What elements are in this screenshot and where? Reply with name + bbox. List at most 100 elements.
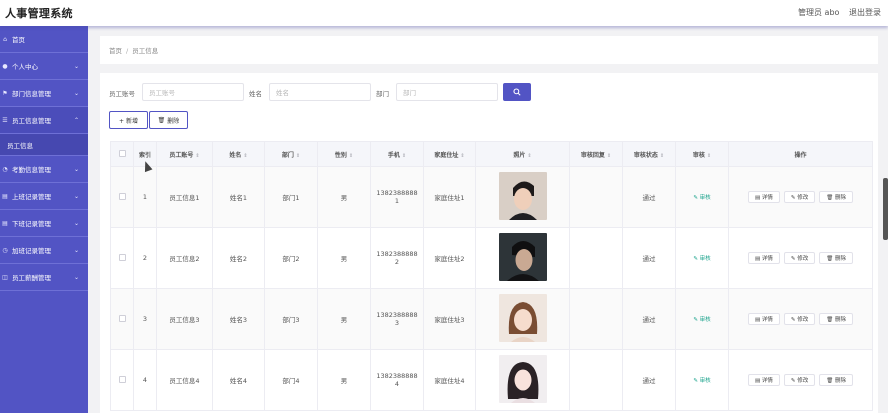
header-name[interactable]: 姓名 ⇕ — [212, 141, 265, 167]
edit-button[interactable]: ✎ 修改 — [783, 313, 816, 325]
cell-dept: 部门2 — [264, 227, 318, 289]
cell-photo — [475, 349, 570, 411]
wallet-icon: ◫ — [2, 273, 8, 281]
row-select-cell[interactable] — [110, 288, 134, 350]
chevron-down-icon: ⌄ — [73, 63, 79, 70]
cell-gender: 男 — [317, 166, 371, 228]
sidebar-item-overtime[interactable]: ◷ 加班记录管理 ⌄ — [0, 237, 88, 264]
add-button[interactable]: + 新增 — [109, 111, 148, 129]
trash-icon: 🗑 — [826, 378, 834, 384]
cell-reply — [569, 349, 623, 411]
detail-button[interactable]: ▤ 详情 — [747, 313, 780, 325]
cell-audit[interactable]: ✎ 审核 — [675, 288, 729, 350]
edit-icon: ✎ — [790, 195, 796, 201]
breadcrumb-card: 首页 / 员工信息 — [100, 36, 878, 64]
row-checkbox[interactable] — [118, 192, 126, 200]
header-address[interactable]: 家庭住址 ⇕ — [423, 141, 476, 167]
sort-icon: ⇕ — [606, 152, 612, 159]
delete-button[interactable]: 🗑 删除 — [819, 191, 854, 203]
employee-photo[interactable] — [498, 294, 547, 342]
detail-button[interactable]: ▤ 详情 — [747, 191, 780, 203]
row-checkbox[interactable] — [118, 314, 126, 322]
bulk-delete-button[interactable]: 🗑 删除 — [149, 111, 188, 129]
breadcrumb-home[interactable]: 首页 — [109, 47, 122, 55]
header-operations: 操作 — [728, 141, 873, 167]
cell-status: 通过 — [622, 227, 676, 289]
row-checkbox[interactable] — [118, 375, 126, 383]
chevron-down-icon: ⌄ — [73, 90, 79, 97]
delete-button[interactable]: 🗑 删除 — [819, 374, 854, 386]
header-audit[interactable]: 审核 ⇕ — [675, 141, 729, 167]
header-account[interactable]: 员工账号 ⇕ — [156, 141, 213, 167]
edit-button[interactable]: ✎ 修改 — [783, 191, 816, 203]
delete-button[interactable]: 🗑 删除 — [819, 252, 854, 264]
audit-link[interactable]: ✎ 审核 — [693, 378, 710, 384]
row-select-cell[interactable] — [110, 349, 134, 411]
cell-audit[interactable]: ✎ 审核 — [675, 166, 729, 228]
cell-gender: 男 — [317, 227, 371, 289]
sidebar-item-home[interactable]: ⌂ 首页 — [0, 26, 88, 53]
delete-button[interactable]: 🗑 删除 — [819, 313, 854, 325]
account-input[interactable]: 员工账号 — [142, 83, 244, 101]
sidebar-item-employee[interactable]: ☰ 员工信息管理 ⌃ — [0, 107, 88, 134]
audit-link[interactable]: ✎ 审核 — [693, 317, 710, 323]
edit-button[interactable]: ✎ 修改 — [783, 252, 816, 264]
cell-account: 员工信息4 — [156, 349, 213, 411]
name-input[interactable]: 姓名 — [269, 83, 371, 101]
sidebar-item-department[interactable]: ⚑ 部门信息管理 ⌄ — [0, 80, 88, 107]
header-dept[interactable]: 部门 ⇕ — [264, 141, 318, 167]
select-all-checkbox[interactable] — [118, 149, 126, 157]
employee-photo[interactable] — [498, 355, 547, 403]
employee-photo[interactable] — [498, 233, 547, 281]
row-select-cell[interactable] — [110, 227, 134, 289]
clock-icon: ◔ — [2, 165, 8, 173]
sidebar-item-salary[interactable]: ◫ 员工薪酬管理 ⌄ — [0, 264, 88, 291]
sidebar-item-label: 首页 — [12, 36, 25, 44]
header-phone[interactable]: 手机 ⇕ — [370, 141, 424, 167]
cell-phone: 1382388888 4 — [370, 349, 424, 411]
header-gender[interactable]: 性别 ⇕ — [317, 141, 371, 167]
edit-button[interactable]: ✎ 修改 — [783, 374, 816, 386]
logout-link[interactable]: 退出登录 — [849, 7, 881, 18]
audit-link[interactable]: ✎ 审核 — [693, 195, 710, 201]
search-button[interactable] — [503, 83, 531, 101]
select-all-cell[interactable] — [110, 141, 134, 167]
trash-icon: 🗑 — [826, 195, 834, 201]
sidebar-item-attendance[interactable]: ◔ 考勤信息管理 ⌄ — [0, 156, 88, 183]
employee-photo[interactable] — [498, 172, 547, 220]
sidebar-item-label: 考勤信息管理 — [12, 166, 51, 174]
cell-photo — [475, 227, 570, 289]
sidebar-item-checkout[interactable]: ▤ 下班记录管理 ⌄ — [0, 210, 88, 237]
home-icon: ⌂ — [3, 35, 7, 43]
edit-icon: ✎ — [790, 378, 796, 384]
bulk-delete-label: 删除 — [167, 117, 180, 125]
sidebar-subitem-employee-info[interactable]: 员工信息 — [0, 134, 88, 156]
cell-dept: 部门3 — [264, 288, 318, 350]
sidebar-item-label: 个人中心 — [12, 63, 38, 71]
cell-reply — [569, 288, 623, 350]
sidebar-item-personal-center[interactable]: ● 个人中心 ⌄ — [0, 53, 88, 80]
audit-link[interactable]: ✎ 审核 — [693, 256, 710, 262]
page-scrollbar[interactable] — [883, 178, 888, 240]
cell-audit[interactable]: ✎ 审核 — [675, 227, 729, 289]
sidebar-item-label: 部门信息管理 — [12, 90, 51, 98]
header-status[interactable]: 审核状态 ⇕ — [622, 141, 676, 167]
header-photo[interactable]: 照片 ⇕ — [475, 141, 570, 167]
edit-icon: ✎ — [790, 256, 796, 262]
row-select-cell[interactable] — [110, 166, 134, 228]
sidebar-item-checkin[interactable]: ▤ 上班记录管理 ⌄ — [0, 183, 88, 210]
trash-icon: 🗑 — [157, 116, 166, 124]
row-checkbox[interactable] — [118, 253, 126, 261]
cell-name: 姓名2 — [212, 227, 265, 289]
sort-icon: ⇕ — [401, 152, 407, 159]
cell-audit[interactable]: ✎ 审核 — [675, 349, 729, 411]
cell-gender: 男 — [317, 349, 371, 411]
cell-operations: ▤ 详情 ✎ 修改 🗑 删除 — [728, 349, 873, 411]
header-reply[interactable]: 审核回复 ⇕ — [569, 141, 623, 167]
detail-button[interactable]: ▤ 详情 — [747, 374, 780, 386]
detail-button[interactable]: ▤ 详情 — [747, 252, 780, 264]
dept-input[interactable]: 部门 — [396, 83, 498, 101]
timer-icon: ◷ — [2, 246, 8, 254]
chevron-down-icon: ⌄ — [73, 220, 79, 227]
sort-icon: ⇕ — [460, 152, 465, 159]
